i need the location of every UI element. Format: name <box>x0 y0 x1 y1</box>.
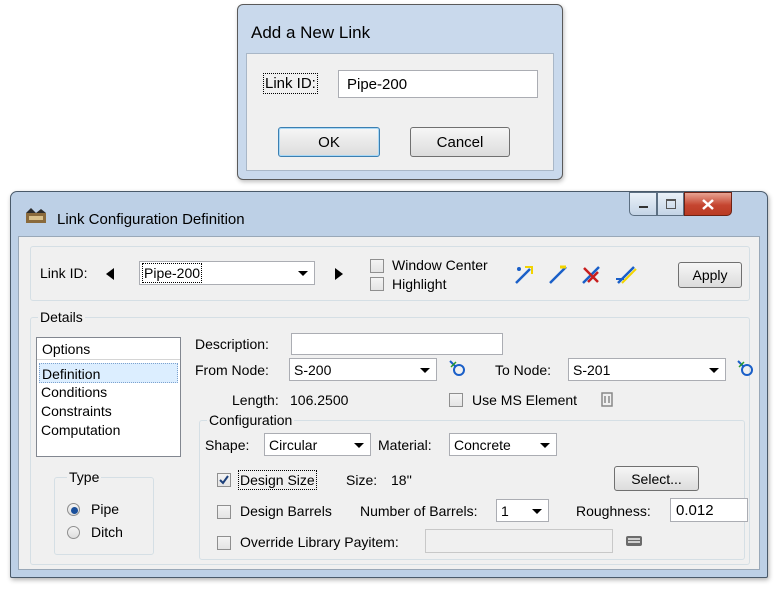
previous-link-arrow-icon[interactable] <box>106 268 114 280</box>
dialog-title: Add a New Link <box>251 23 371 42</box>
window-center-label: Window Center <box>392 257 488 273</box>
to-node-value: S-201 <box>573 361 611 378</box>
length-label: Length: <box>232 392 279 408</box>
minimize-icon <box>638 206 648 208</box>
add-link-dialog: Add a New Link Link ID: Pipe-200 OK Canc… <box>237 4 563 180</box>
list-item[interactable]: Constraints <box>39 401 112 421</box>
details-group-label: Details <box>38 309 85 325</box>
design-barrels-label: Design Barrels <box>240 503 332 519</box>
configuration-group-label: Configuration <box>207 412 295 428</box>
link-delete-icon[interactable] <box>579 263 603 287</box>
shape-label: Shape: <box>205 437 250 453</box>
description-input[interactable] <box>291 333 503 355</box>
description-label: Description: <box>195 336 269 352</box>
ok-button[interactable]: OK <box>278 127 380 157</box>
number-of-barrels-value: 1 <box>501 502 509 519</box>
from-node-label: From Node: <box>195 362 269 378</box>
options-header: Options <box>37 338 180 360</box>
link-draw-icon[interactable] <box>512 263 536 287</box>
window-title: Link Configuration Definition <box>57 211 245 228</box>
material-value: Concrete <box>454 436 511 453</box>
from-node-dropdown[interactable]: S-200 <box>289 358 437 381</box>
material-dropdown[interactable]: Concrete <box>449 433 557 456</box>
roughness-label: Roughness: <box>576 503 651 519</box>
link-id-input[interactable]: Pipe-200 <box>338 70 538 98</box>
maximize-button[interactable] <box>657 192 684 216</box>
override-payitem-checkbox[interactable] <box>217 536 231 550</box>
close-icon <box>702 198 714 210</box>
apply-button[interactable]: Apply <box>678 262 742 288</box>
window-client-area: Link ID: Pipe-200 Window Center Highligh… <box>18 236 760 570</box>
close-button[interactable] <box>684 192 732 216</box>
override-payitem-label: Override Library Payitem: <box>240 534 399 550</box>
to-node-label: To Node: <box>495 362 552 378</box>
link-edit-icon[interactable] <box>614 263 638 287</box>
chevron-down-icon <box>540 442 550 448</box>
design-barrels-checkbox[interactable] <box>217 505 231 519</box>
shape-dropdown[interactable]: Circular <box>264 433 371 456</box>
link-configuration-window: Link Configuration Definition Link ID: P… <box>10 191 768 578</box>
highlight-checkbox[interactable] <box>370 277 384 291</box>
highlight-label: Highlight <box>392 276 447 292</box>
chevron-down-icon <box>709 367 719 373</box>
options-listbox: Options Definition Conditions Constraint… <box>36 337 181 457</box>
payitem-browse-icon[interactable] <box>625 534 643 548</box>
link-id-dropdown-value: Pipe-200 <box>141 263 203 283</box>
use-ms-element-label: Use MS Element <box>472 392 578 408</box>
link-header-group <box>30 246 750 301</box>
pick-node-icon[interactable] <box>446 357 468 379</box>
size-label: Size: <box>346 472 378 488</box>
chevron-down-icon <box>354 442 364 448</box>
override-payitem-input[interactable] <box>425 529 613 553</box>
select-button[interactable]: Select... <box>614 466 699 491</box>
design-size-label: Design Size <box>238 470 317 490</box>
next-link-arrow-icon[interactable] <box>335 268 343 280</box>
pipe-label: Pipe <box>91 501 120 517</box>
number-of-barrels-dropdown[interactable]: 1 <box>496 499 549 522</box>
pipe-radio[interactable] <box>67 503 80 516</box>
shape-value: Circular <box>269 436 318 453</box>
minimize-button[interactable] <box>629 192 657 216</box>
checkmark-icon <box>219 475 229 485</box>
list-item[interactable]: Computation <box>39 420 120 440</box>
link-id-label: Link ID: <box>40 265 88 281</box>
link-id-label: Link ID: <box>263 73 318 94</box>
chevron-down-icon <box>420 367 430 373</box>
dialog-client-area: Link ID: Pipe-200 OK Cancel <box>246 53 554 171</box>
to-node-dropdown[interactable]: S-201 <box>568 358 726 381</box>
ms-element-icon[interactable] <box>599 391 617 409</box>
chevron-down-icon <box>298 271 308 276</box>
roughness-input[interactable]: 0.012 <box>670 498 748 522</box>
use-ms-element-checkbox[interactable] <box>449 393 463 407</box>
material-label: Material: <box>378 437 432 453</box>
type-group-label: Type <box>67 469 102 485</box>
design-size-checkbox[interactable] <box>217 473 231 487</box>
maximize-icon <box>665 199 676 209</box>
cancel-button[interactable]: Cancel <box>410 127 510 157</box>
ditch-label: Ditch <box>91 524 123 540</box>
link-id-dropdown[interactable]: Pipe-200 <box>139 261 315 285</box>
list-item[interactable]: Definition <box>39 363 178 383</box>
pick-node-icon[interactable] <box>734 357 756 379</box>
length-value: 106.2500 <box>290 392 349 408</box>
app-icon <box>25 206 47 226</box>
size-value: 18'' <box>391 472 412 488</box>
ditch-radio[interactable] <box>67 526 80 539</box>
chevron-down-icon <box>532 508 542 514</box>
list-item[interactable]: Conditions <box>39 382 107 402</box>
window-center-checkbox[interactable] <box>370 259 384 273</box>
link-select-icon[interactable] <box>546 263 570 287</box>
number-of-barrels-label: Number of Barrels: <box>360 503 478 519</box>
from-node-value: S-200 <box>294 361 332 378</box>
